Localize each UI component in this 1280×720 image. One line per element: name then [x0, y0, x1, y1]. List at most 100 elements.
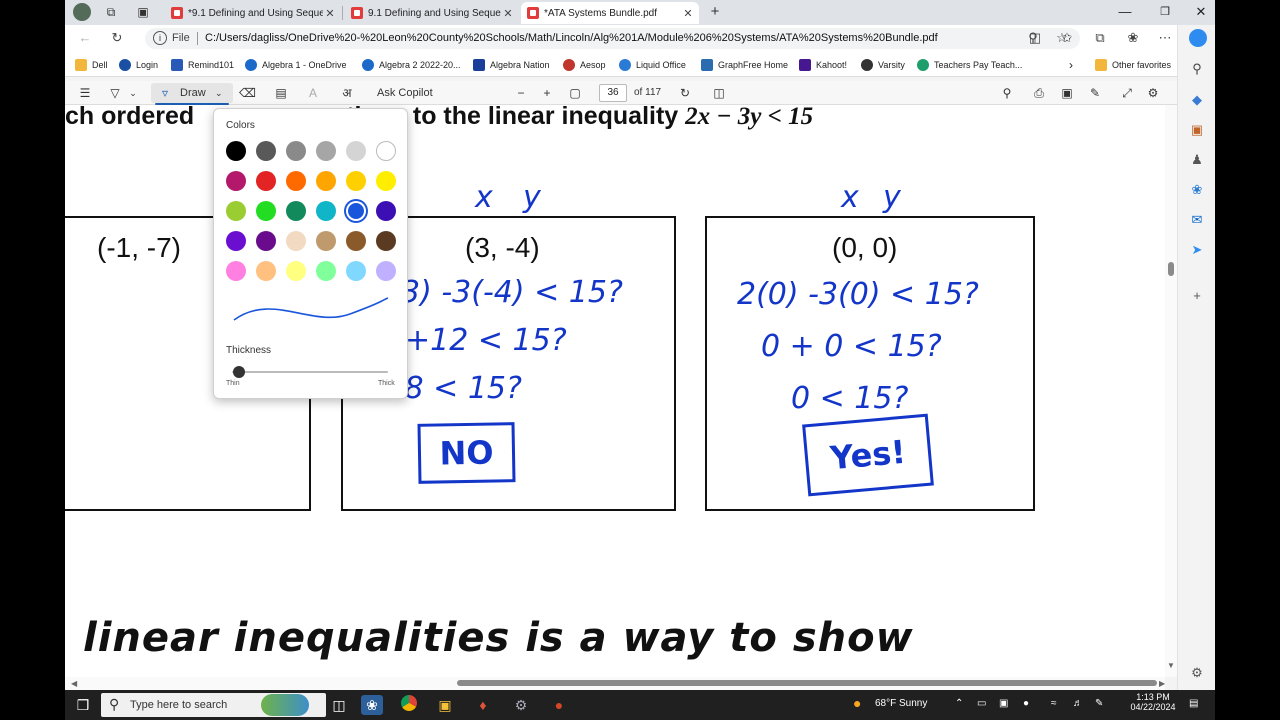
color-swatch[interactable]: [316, 171, 336, 191]
color-swatch[interactable]: [286, 171, 306, 191]
color-swatch[interactable]: [286, 231, 306, 251]
favorite-other-favorites[interactable]: Other favorites: [1095, 57, 1171, 73]
read-aloud-icon[interactable]: अ: [339, 85, 355, 101]
color-swatch[interactable]: [256, 231, 276, 251]
print-icon[interactable]: ⎙: [1031, 85, 1047, 101]
favorite-login[interactable]: Login: [119, 57, 158, 73]
scroll-thumb[interactable]: [1168, 262, 1174, 276]
color-swatch[interactable]: [226, 261, 246, 281]
color-swatch[interactable]: [376, 231, 396, 251]
color-swatch[interactable]: [376, 201, 396, 221]
close-icon[interactable]: ✕: [501, 7, 515, 20]
favorite-kahoot[interactable]: Kahoot!: [799, 57, 847, 73]
wifi-icon[interactable]: ≈: [1051, 698, 1057, 709]
rotate-icon[interactable]: ↻: [677, 85, 693, 101]
expand-icon[interactable]: ⤢: [1119, 85, 1135, 101]
save-icon[interactable]: ▣: [1059, 85, 1075, 101]
favorite-algebra-nation[interactable]: Algebra Nation: [473, 57, 550, 73]
new-tab-icon[interactable]: +: [707, 4, 723, 20]
battery-icon[interactable]: ▭: [977, 698, 986, 709]
search-icon[interactable]: ⚲: [999, 85, 1015, 101]
chevron-down-icon[interactable]: ⌄: [215, 85, 223, 101]
taskbar-search-box[interactable]: ⚲ Type here to search: [101, 693, 326, 717]
color-swatch[interactable]: [256, 261, 276, 281]
task-view-icon[interactable]: ◫: [329, 695, 349, 715]
add-text-icon[interactable]: ▤: [273, 85, 289, 101]
copilot-icon[interactable]: [1189, 29, 1207, 47]
color-swatch[interactable]: [226, 141, 246, 161]
games-icon[interactable]: ❀: [1189, 182, 1205, 198]
collections-icon[interactable]: ⧉: [1092, 30, 1108, 46]
close-icon[interactable]: ✕: [681, 7, 695, 20]
scroll-down-icon[interactable]: ▼: [1167, 661, 1175, 670]
settings-app-icon[interactable]: ⚙: [511, 695, 531, 715]
highlight-icon[interactable]: ▽: [107, 85, 123, 101]
eraser-icon[interactable]: ⌫: [239, 85, 256, 101]
restore-icon[interactable]: ❐: [1155, 3, 1175, 21]
zoom-out-icon[interactable]: −: [513, 85, 529, 101]
favorite-liquid-office[interactable]: Liquid Office: [619, 57, 686, 73]
refresh-icon[interactable]: ↻: [109, 30, 125, 46]
favorite-graphfree[interactable]: GraphFree Home: [701, 57, 788, 73]
profile-avatar-icon[interactable]: [73, 3, 91, 21]
color-swatch[interactable]: [346, 171, 366, 191]
color-swatch[interactable]: [226, 201, 246, 221]
zoom-in-icon[interactable]: +: [539, 85, 555, 101]
app-icon[interactable]: ♦: [473, 695, 493, 715]
favorite-remind101[interactable]: Remind101: [171, 57, 234, 73]
vertical-scrollbar[interactable]: ▼: [1165, 105, 1177, 677]
tab-actions-icon[interactable]: ▣: [135, 4, 151, 20]
tab-sequence-1[interactable]: *9.1 Defining and Using Sequence ✕: [165, 2, 341, 24]
color-swatch[interactable]: [226, 231, 246, 251]
chrome-taskbar-icon[interactable]: [399, 695, 419, 715]
clock[interactable]: 1:13 PM 04/22/2024: [1127, 692, 1179, 712]
color-swatch[interactable]: [376, 141, 396, 161]
chevron-down-icon[interactable]: ⌄: [125, 85, 141, 101]
color-swatch[interactable]: [346, 141, 366, 161]
color-swatch[interactable]: [376, 171, 396, 191]
tray-overflow-icon[interactable]: ⌃: [955, 698, 963, 709]
color-swatch[interactable]: [256, 171, 276, 191]
tools-icon[interactable]: ▣: [1189, 122, 1205, 138]
thickness-slider-thumb[interactable]: [233, 366, 246, 378]
tab-ata-systems-bundle[interactable]: *ATA Systems Bundle.pdf ✕: [521, 2, 699, 24]
text-format-icon[interactable]: A: [305, 85, 321, 101]
page-view-icon[interactable]: ◫: [711, 85, 727, 101]
file-explorer-icon[interactable]: ▣: [435, 695, 455, 715]
more-menu-icon[interactable]: ⋯: [1157, 30, 1173, 46]
close-icon[interactable]: ✕: [323, 7, 337, 20]
search-icon[interactable]: ⚲: [1189, 61, 1205, 77]
minimize-icon[interactable]: —: [1115, 3, 1135, 21]
color-swatch[interactable]: [286, 141, 306, 161]
microphone-icon[interactable]: ●: [1023, 698, 1029, 709]
back-icon[interactable]: ←: [77, 30, 93, 46]
extensions-icon[interactable]: ❀: [1125, 30, 1141, 46]
scroll-thumb[interactable]: [457, 680, 1157, 686]
color-swatch[interactable]: [256, 201, 276, 221]
color-swatch[interactable]: [346, 261, 366, 281]
info-icon[interactable]: i: [153, 31, 167, 45]
color-swatch[interactable]: [376, 261, 396, 281]
url-text[interactable]: C:/Users/dagliss/OneDrive%20-%20Leon%20C…: [205, 32, 938, 44]
edge-taskbar-icon[interactable]: ❀: [361, 695, 383, 715]
color-swatch[interactable]: [346, 231, 366, 251]
color-swatch[interactable]: [316, 141, 336, 161]
pen-icon[interactable]: ✎: [1095, 698, 1103, 709]
scroll-right-icon[interactable]: ▶: [1159, 679, 1165, 688]
color-swatch[interactable]: [286, 201, 306, 221]
favorite-algebra1-onedrive[interactable]: Algebra 1 - OneDrive: [245, 57, 347, 73]
favorite-varsity[interactable]: Varsity: [861, 57, 905, 73]
save-as-icon[interactable]: ✎: [1087, 85, 1103, 101]
favorite-dell[interactable]: Dell: [75, 57, 108, 73]
page-number-input[interactable]: 36: [599, 84, 627, 102]
color-swatch[interactable]: [346, 201, 366, 221]
ask-copilot-button[interactable]: Ask Copilot: [377, 85, 433, 101]
address-bar[interactable]: i File C:/Users/dagliss/OneDrive%20-%20L…: [145, 28, 1080, 49]
settings-gear-icon[interactable]: ⚙: [1189, 665, 1205, 681]
color-swatch[interactable]: [226, 171, 246, 191]
favorites-overflow-chevron-icon[interactable]: ›: [1069, 57, 1073, 73]
scroll-left-icon[interactable]: ◀: [71, 679, 77, 688]
notifications-icon[interactable]: ▤: [1189, 698, 1198, 709]
settings-gear-icon[interactable]: ⚙: [1145, 85, 1161, 101]
horizontal-scrollbar[interactable]: ◀ ▶: [65, 677, 1165, 690]
